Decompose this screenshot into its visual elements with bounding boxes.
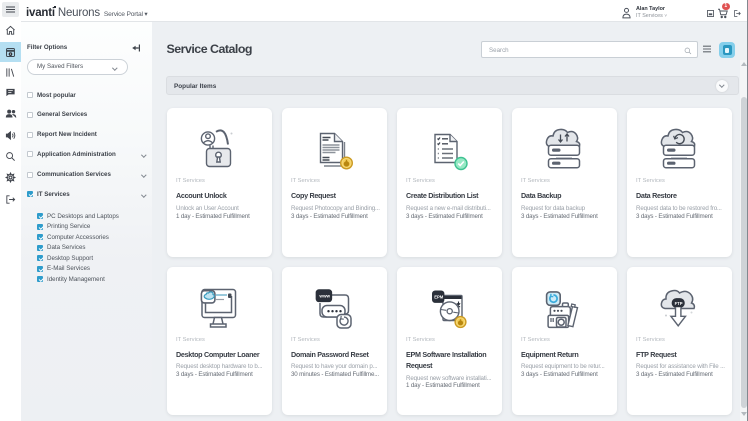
svg-text:WWW: WWW — [319, 294, 330, 298]
svg-text:EPM: EPM — [434, 294, 444, 299]
svg-text:FTP: FTP — [675, 301, 683, 306]
